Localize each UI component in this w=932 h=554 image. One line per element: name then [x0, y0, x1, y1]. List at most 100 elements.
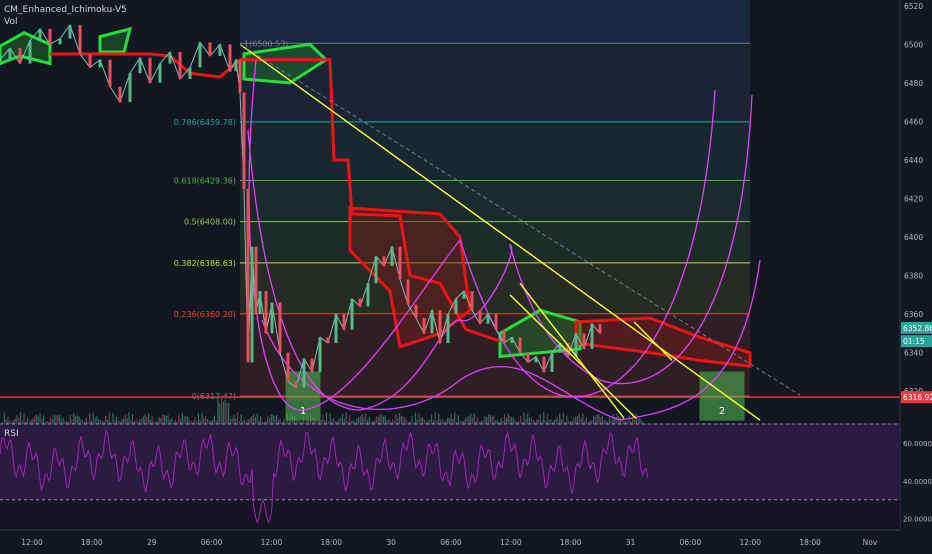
volume-bar	[171, 418, 173, 424]
candle	[550, 352, 554, 372]
volume-bar	[231, 418, 233, 424]
volume-bar	[12, 420, 14, 424]
volume-bar	[349, 414, 351, 424]
fib-zone-band	[240, 180, 750, 222]
volume-bar	[578, 413, 580, 424]
candle	[68, 25, 72, 39]
price-tick-label: 6360	[904, 310, 923, 319]
volume-bar	[511, 416, 513, 424]
time-tick-label: 12:00	[261, 538, 283, 547]
rsi-tick-label: 20.0000	[903, 516, 932, 524]
volume-bar	[641, 420, 643, 424]
volume-bar	[236, 412, 239, 424]
candle	[218, 44, 222, 56]
candle	[446, 314, 450, 344]
volume-bar	[272, 414, 274, 424]
candle	[534, 356, 538, 363]
price-tag-label: 6316.92	[903, 393, 932, 402]
candle	[574, 333, 578, 357]
volume-bar	[212, 420, 214, 424]
volume-bar	[637, 417, 639, 424]
volume-bar	[146, 416, 148, 424]
candle	[430, 310, 434, 334]
volume-bar	[340, 418, 342, 424]
price-tick-label: 6340	[904, 349, 923, 358]
volume-bar	[16, 415, 18, 424]
volume-bar	[441, 418, 443, 424]
volume-bar	[229, 419, 232, 424]
volume-bar	[260, 416, 262, 424]
volume-bar	[601, 415, 604, 424]
volume-bar	[427, 419, 429, 424]
volume-bar	[187, 416, 189, 424]
volume-bar	[228, 403, 230, 424]
volume-bar	[448, 418, 450, 424]
candle	[168, 52, 172, 64]
volume-bar	[108, 412, 110, 424]
candle	[406, 279, 410, 305]
fib-level-label: 0.786(6459.78)	[174, 118, 236, 127]
volume-bar	[121, 419, 123, 424]
indicator-label: CM_Enhanced_Ichimoku-V5	[4, 5, 127, 15]
candle	[598, 323, 602, 334]
candle	[294, 381, 298, 388]
candle	[18, 48, 22, 64]
volume-bar	[30, 419, 32, 424]
volume-bar	[381, 414, 383, 424]
volume-bar	[18, 418, 20, 424]
candle	[278, 302, 282, 353]
candle	[438, 310, 442, 344]
candle	[470, 291, 474, 311]
volume-bar	[580, 418, 582, 424]
candle	[98, 59, 102, 68]
candle	[358, 298, 362, 307]
candle	[246, 188, 250, 363]
volume-bar	[539, 414, 541, 424]
volume-bar	[576, 416, 579, 424]
rsi-label: RSI	[4, 429, 19, 439]
volume-bar	[489, 414, 491, 424]
chart-area[interactable]: 1(6500.53) 0.786(6459.78) 0.618(6429.36) 0.…	[0, 0, 932, 550]
volume-bar	[140, 418, 143, 424]
volume-bar	[592, 415, 595, 424]
volume-bar	[566, 415, 568, 424]
volume-bar	[42, 415, 45, 424]
candle	[374, 256, 378, 284]
volume-bar	[445, 420, 447, 424]
volume-bar	[382, 416, 385, 424]
volume-bar	[338, 418, 340, 424]
time-tick-label: 06:00	[201, 538, 223, 547]
candle	[350, 298, 354, 330]
volume-bar	[361, 413, 363, 424]
volume-bar	[50, 417, 52, 424]
volume-bar	[430, 414, 433, 424]
volume-bar	[51, 418, 54, 424]
volume-bar	[628, 415, 630, 424]
price-tick-label: 6500	[904, 40, 923, 49]
candle	[8, 48, 12, 60]
volume-bar	[466, 417, 468, 424]
volume-bar	[115, 416, 118, 424]
volume-bar	[53, 414, 55, 424]
candle	[78, 25, 82, 54]
price-tick-label: 6440	[904, 156, 923, 165]
volume-bar	[124, 414, 127, 424]
candle	[198, 42, 202, 68]
time-tick-label: 18:00	[799, 538, 821, 547]
volume-bar	[402, 416, 404, 424]
candle	[108, 59, 112, 87]
volume-bar	[423, 419, 426, 424]
time-tick-label: 18:00	[560, 538, 582, 547]
main-chart-svg[interactable]: 1(6500.53)0.786(6459.78)0.618(6429.36)0.…	[0, 0, 932, 550]
candle	[318, 337, 322, 372]
volume-bar	[71, 419, 73, 424]
volume-bar	[512, 417, 515, 424]
volume-bar	[343, 418, 345, 424]
volume-bar	[536, 419, 538, 424]
volume-bar	[454, 412, 456, 424]
ichimoku-cloud-bullish	[0, 31, 52, 66]
volume-bar	[194, 417, 196, 424]
volume-bar	[14, 418, 16, 424]
rsi-band-fill	[0, 424, 900, 500]
volume-bar	[418, 413, 420, 424]
